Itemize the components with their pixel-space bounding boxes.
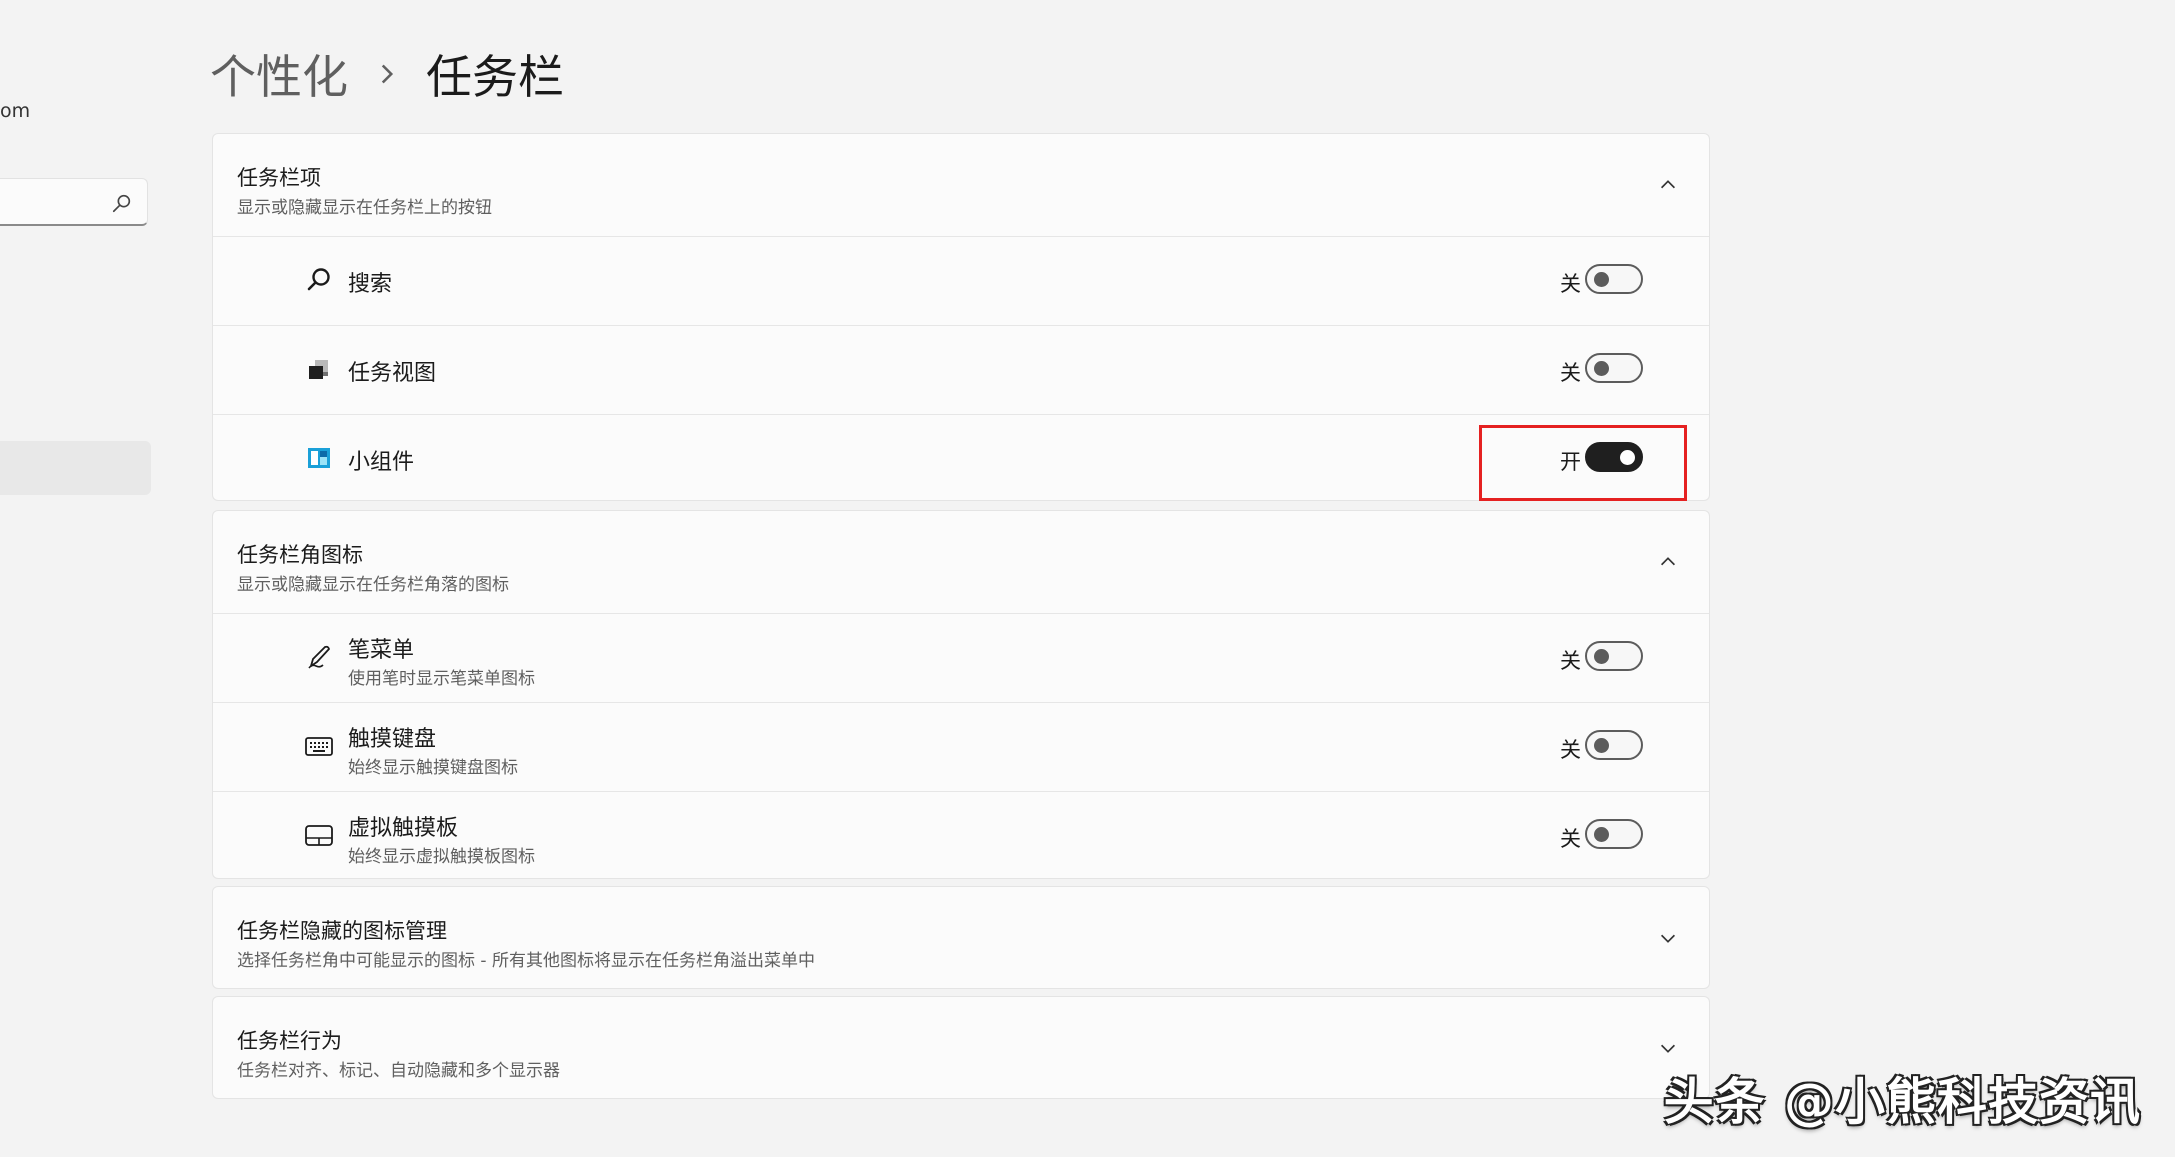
page-title: 任务栏 (426, 50, 564, 104)
toggle-state-label: 关 (1560, 361, 1581, 385)
taskbar-behaviors-header[interactable]: 任务栏行为 任务栏对齐、标记、自动隐藏和多个显示器 (213, 997, 1709, 1099)
breadcrumb: 个性化 任务栏 (210, 44, 564, 104)
search-icon[interactable] (111, 192, 133, 214)
keyboard-icon (305, 737, 333, 756)
setting-description: 始终显示触摸键盘图标 (348, 758, 518, 778)
setting-row-search: 搜索 关 (213, 236, 1709, 325)
touch-keyboard-toggle[interactable] (1585, 730, 1643, 760)
corner-icons-card: 任务栏角图标 显示或隐藏显示在任务栏角落的图标 笔菜单 使用笔时显示笔菜单图标 … (212, 510, 1710, 879)
search-icon (307, 268, 330, 291)
chevron-down-icon[interactable] (1657, 1037, 1679, 1059)
setting-label: 任务视图 (348, 361, 437, 386)
section-title: 任务栏行为 (237, 1029, 342, 1053)
toggle-state-label: 关 (1560, 649, 1581, 673)
watermark: 头条 @小熊科技资讯 (1663, 1073, 2141, 1131)
widgets-icon (308, 448, 330, 468)
task-view-toggle[interactable] (1585, 353, 1643, 383)
corner-icons-header[interactable]: 任务栏角图标 显示或隐藏显示在任务栏角落的图标 (213, 511, 1709, 613)
hidden-icons-card[interactable]: 任务栏隐藏的图标管理 选择任务栏角中可能显示的图标 - 所有其他图标将显示在任务… (212, 886, 1710, 989)
toggle-state-label: 关 (1560, 272, 1581, 296)
highlight-box (1479, 425, 1687, 501)
setting-row-touch-keyboard: 触摸键盘 始终显示触摸键盘图标 关 (213, 702, 1709, 791)
setting-label: 触摸键盘 (348, 727, 437, 752)
task-view-icon (309, 360, 328, 379)
setting-row-pen-menu: 笔菜单 使用笔时显示笔菜单图标 关 (213, 613, 1709, 702)
section-subtitle: 显示或隐藏显示在任务栏上的按钮 (237, 198, 492, 218)
section-subtitle: 选择任务栏角中可能显示的图标 - 所有其他图标将显示在任务栏角溢出菜单中 (237, 951, 815, 971)
taskbar-items-header[interactable]: 任务栏项 显示或隐藏显示在任务栏上的按钮 (213, 134, 1709, 236)
section-title: 任务栏项 (237, 166, 321, 190)
toggle-state-label: 关 (1560, 738, 1581, 762)
chevron-down-icon[interactable] (1657, 927, 1679, 949)
pen-menu-toggle[interactable] (1585, 641, 1643, 671)
setting-label: 小组件 (348, 450, 415, 475)
search-toggle[interactable] (1585, 264, 1643, 294)
nav-item-personalization-selected[interactable] (0, 441, 151, 495)
setting-label: 笔菜单 (348, 638, 415, 663)
pen-icon (308, 645, 330, 669)
setting-label: 搜索 (348, 272, 393, 297)
settings-search-box[interactable] (0, 178, 148, 226)
setting-description: 使用笔时显示笔菜单图标 (348, 669, 535, 689)
section-title: 任务栏角图标 (237, 543, 363, 567)
setting-description: 始终显示虚拟触摸板图标 (348, 847, 535, 867)
breadcrumb-parent[interactable]: 个性化 (210, 41, 348, 107)
chevron-up-icon[interactable] (1657, 174, 1679, 196)
account-email: om (0, 100, 31, 122)
setting-label: 虚拟触摸板 (348, 816, 459, 841)
section-subtitle: 显示或隐藏显示在任务栏角落的图标 (237, 575, 509, 595)
setting-row-task-view: 任务视图 关 (213, 325, 1709, 414)
chevron-up-icon[interactable] (1657, 551, 1679, 573)
touchpad-icon (305, 825, 333, 846)
taskbar-behaviors-card[interactable]: 任务栏行为 任务栏对齐、标记、自动隐藏和多个显示器 (212, 996, 1710, 1099)
chevron-right-icon (381, 64, 394, 84)
toggle-state-label: 关 (1560, 827, 1581, 851)
section-title: 任务栏隐藏的图标管理 (237, 919, 447, 943)
section-subtitle: 任务栏对齐、标记、自动隐藏和多个显示器 (237, 1061, 560, 1081)
virtual-touchpad-toggle[interactable] (1585, 819, 1643, 849)
hidden-icons-header[interactable]: 任务栏隐藏的图标管理 选择任务栏角中可能显示的图标 - 所有其他图标将显示在任务… (213, 887, 1709, 989)
setting-row-virtual-touchpad: 虚拟触摸板 始终显示虚拟触摸板图标 关 (213, 791, 1709, 880)
